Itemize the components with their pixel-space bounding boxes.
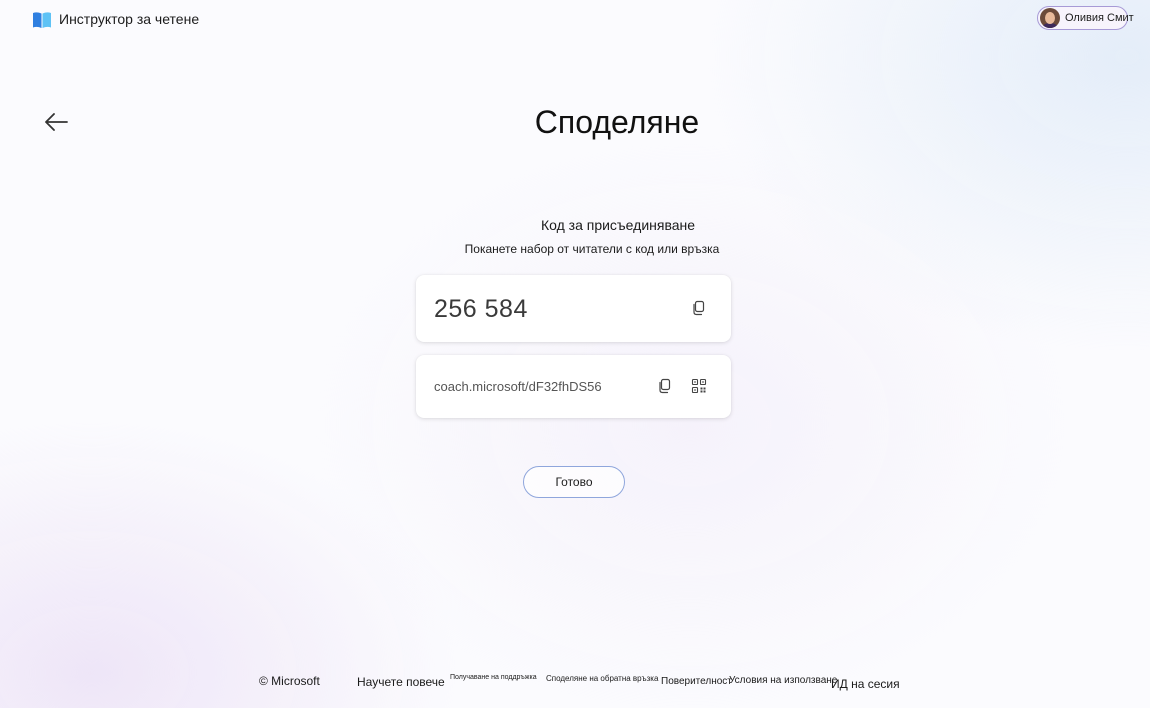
copy-code-button[interactable]	[687, 296, 711, 320]
footer-copyright: © Microsoft	[259, 674, 320, 688]
avatar	[1040, 8, 1060, 28]
app-logo-book-icon	[32, 10, 52, 30]
footer: © Microsoft Научете повече Получаване на…	[0, 672, 1150, 696]
join-link-card: coach.microsoft/dF32fhDS56	[416, 355, 731, 418]
footer-session-id[interactable]: ИД на сесия	[831, 677, 900, 691]
page-title: Споделяне	[534, 104, 700, 140]
join-code-subheading: Поканете набор от читатели с код или връ…	[464, 242, 720, 256]
user-name: Оливия Смит	[1065, 12, 1134, 24]
copy-icon	[659, 378, 671, 394]
user-profile-button[interactable]: Оливия Смит	[1037, 6, 1134, 30]
footer-privacy-link[interactable]: Поверителност	[661, 676, 732, 687]
join-code-heading: Код за присъединяване	[540, 217, 696, 233]
done-button[interactable]: Готово	[523, 466, 625, 498]
qr-code-icon	[691, 378, 707, 394]
qr-code-button[interactable]	[687, 374, 711, 398]
footer-learn-more-link[interactable]: Научете повече	[357, 675, 445, 689]
copy-icon	[693, 300, 705, 316]
copy-link-button[interactable]	[653, 374, 677, 398]
footer-terms-link[interactable]: Условия на използване	[729, 675, 837, 686]
join-code-card: 256 584	[416, 275, 731, 342]
join-code-value: 256 584	[434, 295, 528, 323]
footer-get-support-link[interactable]: Получаване на поддръжка	[450, 674, 537, 681]
footer-share-feedback-link[interactable]: Споделяне на обратна връзка	[546, 674, 658, 683]
app-title: Инструктор за четене	[59, 11, 200, 27]
join-link-value: coach.microsoft/dF32fhDS56	[434, 379, 602, 394]
